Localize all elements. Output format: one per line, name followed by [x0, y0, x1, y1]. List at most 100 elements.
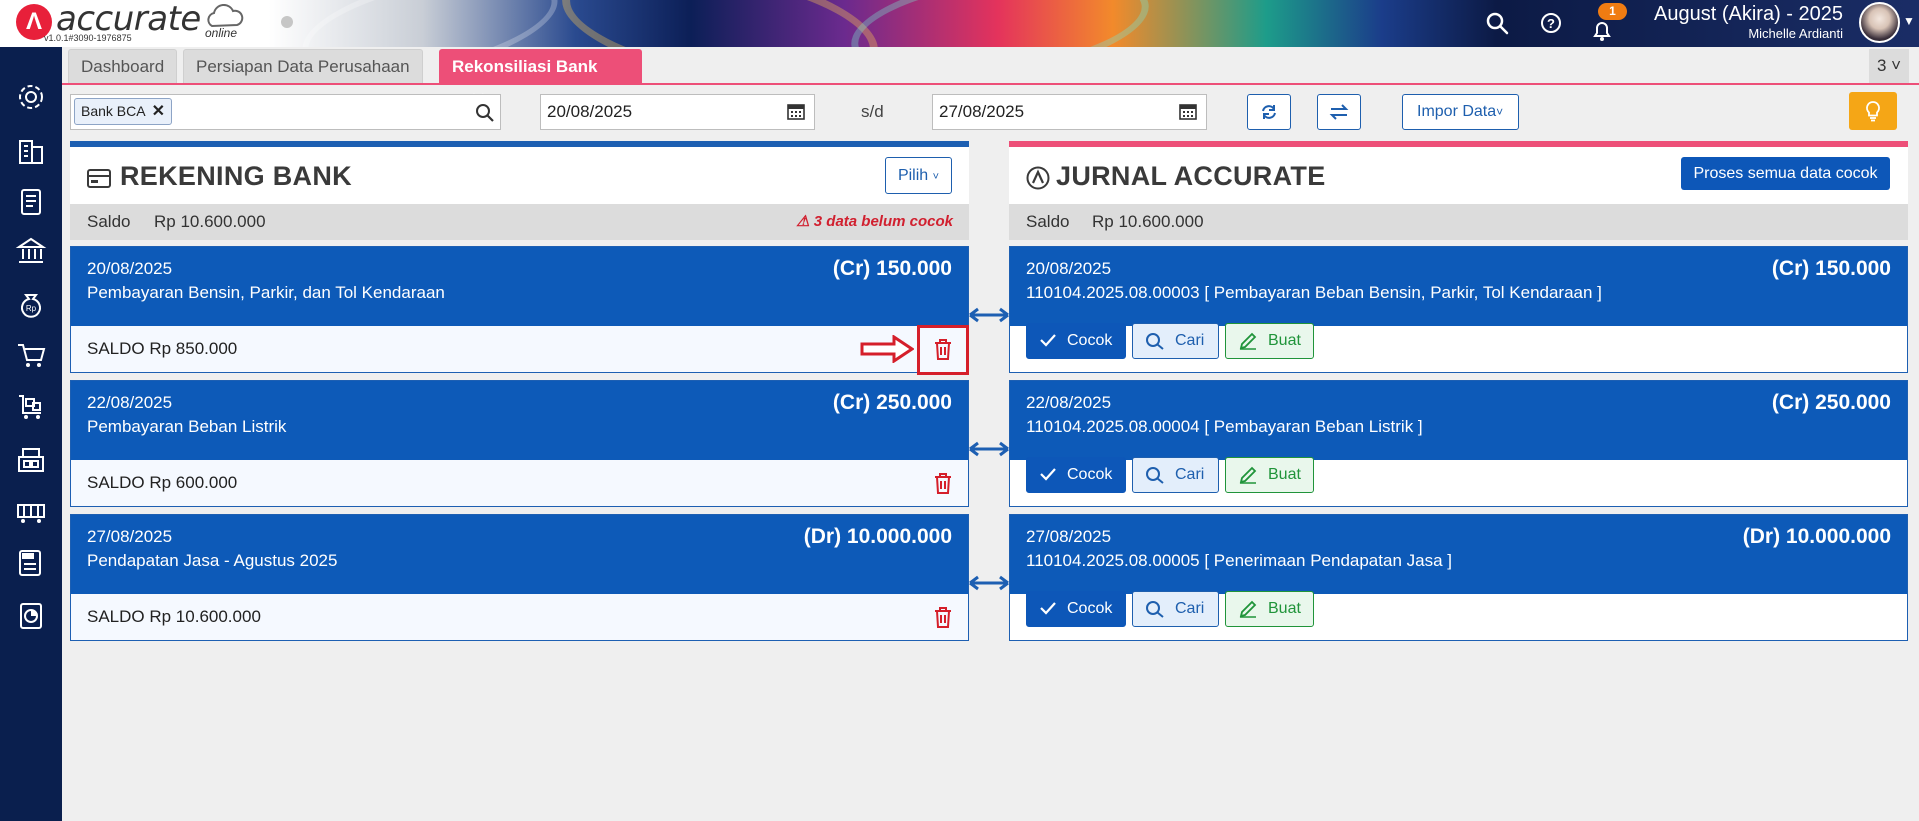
sidebar: Rp — [0, 47, 62, 821]
journal-entry-card[interactable]: 27/08/2025 110104.2025.08.00005 [ Peneri… — [1009, 514, 1908, 641]
journal-description: 110104.2025.08.00005 [ Penerimaan Pendap… — [1026, 551, 1452, 570]
unmatched-warning-text: 3 data belum cocok — [813, 213, 953, 230]
tips-button[interactable] — [1849, 92, 1897, 130]
factory-icon[interactable] — [15, 495, 47, 527]
header-decoration — [293, 0, 567, 47]
transaction-footer: SALDO Rp 600.000 — [71, 460, 968, 506]
tab-persiapan-data[interactable]: Persiapan Data Perusahaan — [183, 49, 423, 83]
journal-entry-card[interactable]: 22/08/2025 110104.2025.08.00004 [ Pembay… — [1009, 380, 1908, 507]
match-button[interactable]: Cocok — [1026, 323, 1126, 359]
report-icon[interactable] — [15, 600, 47, 632]
building-icon[interactable] — [15, 135, 47, 167]
transaction-amount: (Dr) 10.000.000 — [803, 525, 952, 548]
chevron-down-icon[interactable]: ▼ — [1903, 14, 1915, 28]
search-button[interactable]: Cari — [1132, 323, 1219, 359]
refresh-button[interactable] — [1247, 94, 1291, 130]
journal-actions: Cocok Cari Buat — [1010, 591, 1907, 640]
running-balance: SALDO Rp 600.000 — [87, 473, 238, 492]
delivery-cart-icon[interactable] — [15, 391, 47, 423]
tab-dashboard[interactable]: Dashboard — [68, 49, 178, 83]
transaction-header: 22/08/2025 Pembayaran Beban Listrik (Cr)… — [71, 381, 968, 460]
match-button[interactable]: Cocok — [1026, 591, 1126, 627]
saldo-value: Rp 10.600.000 — [154, 212, 266, 231]
search-button[interactable]: Cari — [1132, 591, 1219, 627]
create-label: Buat — [1268, 466, 1301, 483]
match-label: Cocok — [1067, 466, 1113, 483]
pilih-button[interactable]: Pilih ˅ — [885, 157, 952, 194]
bell-icon[interactable] — [1589, 18, 1615, 44]
running-balance: SALDO Rp 10.600.000 — [87, 607, 261, 626]
create-button[interactable]: Buat — [1225, 323, 1314, 359]
transaction-date: 20/08/2025 — [87, 259, 173, 278]
match-button[interactable]: Cocok — [1026, 457, 1126, 493]
transaction-header: 20/08/2025 Pembayaran Bensin, Parkir, da… — [71, 247, 968, 326]
tax-icon[interactable] — [15, 547, 47, 579]
match-link-icon — [969, 441, 1009, 457]
lightbulb-icon — [1866, 101, 1880, 122]
journal-saldo-bar: Saldo Rp 10.600.000 — [1009, 204, 1908, 240]
create-label: Buat — [1268, 332, 1301, 349]
company-name: August (Akira) - 2025 — [1654, 3, 1843, 25]
trash-icon[interactable] — [932, 471, 954, 495]
search-icon[interactable] — [475, 103, 495, 123]
journal-date: 20/08/2025 — [1026, 259, 1112, 278]
calendar-icon[interactable] — [786, 101, 806, 121]
journal-header: 27/08/2025 110104.2025.08.00005 [ Peneri… — [1010, 515, 1907, 594]
date-from-value: 20/08/2025 — [547, 102, 633, 121]
tab-bar: Dashboard Persiapan Data Perusahaan Reko… — [62, 47, 1919, 112]
bank-icon[interactable] — [15, 235, 47, 267]
import-data-button[interactable]: Impor Data˅ — [1402, 94, 1519, 130]
gear-icon[interactable] — [15, 81, 47, 113]
journal-amount: (Cr) 250.000 — [1771, 391, 1891, 414]
transaction-footer: SALDO Rp 850.000 — [71, 326, 968, 372]
journal-description: 110104.2025.08.00003 [ Pembayaran Beban … — [1026, 283, 1602, 302]
saldo-label: Saldo — [1026, 212, 1070, 231]
app-version: v1.0.1#3090-1976875 — [44, 33, 132, 43]
bank-transaction-card[interactable]: 27/08/2025 Pendapatan Jasa - Agustus 202… — [70, 514, 969, 641]
search-label: Cari — [1175, 466, 1205, 483]
trash-icon[interactable] — [932, 605, 954, 629]
saldo-value: Rp 10.600.000 — [1092, 212, 1204, 231]
create-button[interactable]: Buat — [1225, 591, 1314, 627]
create-label: Buat — [1268, 600, 1301, 617]
journal-date: 27/08/2025 — [1026, 527, 1112, 546]
bank-transaction-card[interactable]: 22/08/2025 Pembayaran Beban Listrik (Cr)… — [70, 380, 969, 507]
journal-amount: (Dr) 10.000.000 — [1742, 525, 1891, 548]
help-icon[interactable]: ? — [1538, 10, 1564, 36]
create-button[interactable]: Buat — [1225, 457, 1314, 493]
transaction-description: Pendapatan Jasa - Agustus 2025 — [87, 551, 338, 570]
cart-icon[interactable] — [15, 339, 47, 371]
transaction-footer: SALDO Rp 10.600.000 — [71, 594, 968, 640]
pencil-icon — [1239, 466, 1257, 484]
chevron-down-icon: ˅ — [1496, 105, 1504, 119]
journal-entry-card[interactable]: 20/08/2025 110104.2025.08.00003 [ Pembay… — [1009, 246, 1908, 373]
avatar[interactable] — [1859, 2, 1900, 43]
calendar-icon[interactable] — [1178, 101, 1198, 121]
search-icon — [1146, 601, 1164, 618]
transaction-amount: (Cr) 150.000 — [832, 257, 952, 280]
refresh-icon — [1262, 105, 1276, 119]
company-info[interactable]: August (Akira) - 2025 Michelle Ardianti — [1654, 2, 1843, 42]
search-button[interactable]: Cari — [1132, 457, 1219, 493]
bank-chip[interactable]: Bank BCA ✕ — [74, 98, 172, 125]
bank-saldo-bar: Saldo Rp 10.600.000 ⚠ 3 data belum cocok — [70, 204, 969, 240]
bank-card-icon — [87, 169, 111, 188]
match-link-icon — [969, 575, 1009, 591]
tab-overflow-menu[interactable]: 3 ˅ — [1869, 49, 1909, 83]
saldo-label: Saldo — [87, 212, 131, 231]
process-all-button[interactable]: Proses semua data cocok — [1681, 157, 1890, 190]
warehouse-icon[interactable] — [15, 443, 47, 475]
svg-text:?: ? — [1547, 16, 1555, 31]
ledger-icon[interactable] — [15, 186, 47, 218]
money-bag-icon[interactable]: Rp — [15, 287, 47, 319]
journal-actions: Cocok Cari Buat — [1010, 457, 1907, 506]
logo-online-text: online — [205, 26, 238, 40]
unmatched-warning: ⚠ 3 data belum cocok — [796, 204, 953, 240]
bank-transaction-card[interactable]: 20/08/2025 Pembayaran Bensin, Parkir, da… — [70, 246, 969, 373]
remove-chip-icon[interactable]: ✕ — [152, 103, 165, 120]
swap-button[interactable] — [1317, 94, 1361, 130]
search-icon[interactable] — [1484, 10, 1510, 36]
accurate-logo-icon — [1026, 166, 1050, 190]
tab-rekonsiliasi-bank[interactable]: Rekonsiliasi Bank ✕ — [439, 49, 642, 112]
journal-panel-title: JURNAL ACCURATE — [1056, 161, 1326, 191]
